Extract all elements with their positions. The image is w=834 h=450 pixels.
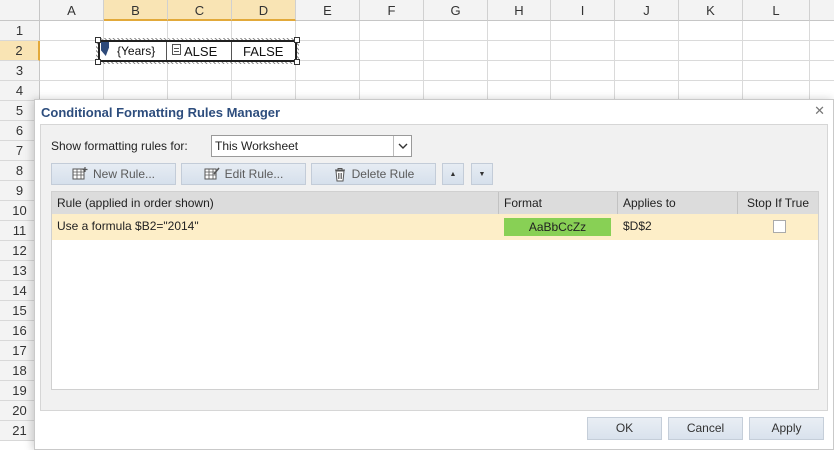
document-icon	[172, 44, 181, 55]
delete-rule-label: Delete Rule	[351, 167, 415, 181]
edit-rule-label: Edit Rule...	[224, 167, 284, 181]
delete-rule-button[interactable]: Delete Rule	[311, 163, 436, 185]
conditional-formatting-rules-dialog: Conditional Formatting Rules Manager ✕ S…	[34, 99, 834, 450]
column-header-i[interactable]: I	[551, 0, 615, 21]
cell-c2[interactable]: ALSE	[184, 44, 217, 59]
cell-divider	[166, 42, 167, 60]
selection-handle[interactable]	[294, 37, 300, 43]
arrow-down-icon: ▼	[478, 170, 486, 178]
edit-rule-button[interactable]: Edit Rule...	[181, 163, 306, 185]
select-all-corner[interactable]	[0, 0, 40, 21]
dialog-title: Conditional Formatting Rules Manager	[41, 105, 281, 120]
stop-if-true-checkbox[interactable]	[773, 220, 786, 233]
cell-b2[interactable]: {Years}	[117, 44, 155, 58]
scope-select[interactable]: This Worksheet	[211, 135, 412, 157]
arrow-up-icon: ▲	[449, 170, 457, 178]
cell-d2[interactable]: FALSE	[243, 44, 283, 59]
column-header-stop-if-true: Stop If True	[738, 192, 818, 214]
column-header-g[interactable]: G	[424, 0, 488, 21]
show-rules-label: Show formatting rules for:	[51, 139, 188, 153]
row-header-4[interactable]: 4	[0, 81, 40, 101]
cancel-button[interactable]: Cancel	[668, 417, 743, 440]
rules-table: Rule (applied in order shown) Format App…	[51, 191, 819, 390]
move-up-button[interactable]: ▲	[442, 163, 464, 185]
cell-divider	[231, 42, 232, 60]
apply-button[interactable]: Apply	[749, 417, 824, 440]
selection-handle[interactable]	[95, 59, 101, 65]
rule-description: Use a formula $B2="2014"	[57, 219, 199, 233]
column-header-f[interactable]: F	[360, 0, 424, 21]
move-down-button[interactable]: ▼	[471, 163, 493, 185]
table-edit-icon	[204, 167, 220, 180]
selection-handle[interactable]	[95, 37, 101, 43]
table-row[interactable]: Use a formula $B2="2014" AaBbCcZz $D$2	[52, 214, 818, 240]
column-header-b[interactable]: B	[104, 0, 168, 21]
close-icon[interactable]: ✕	[814, 103, 825, 119]
row-header-1[interactable]: 1	[0, 21, 40, 41]
table-add-icon	[72, 167, 88, 180]
selection-handle[interactable]	[294, 59, 300, 65]
chevron-down-icon[interactable]	[393, 136, 411, 156]
format-preview: AaBbCcZz	[504, 218, 611, 236]
row-header-3[interactable]: 3	[0, 61, 40, 81]
column-header-d[interactable]: D	[232, 0, 296, 21]
column-header-applies-to: Applies to	[618, 192, 738, 214]
column-header-l[interactable]: L	[743, 0, 810, 21]
column-header-next[interactable]	[810, 0, 834, 21]
scope-select-value: This Worksheet	[215, 139, 299, 153]
new-rule-label: New Rule...	[92, 167, 156, 181]
dialog-body: Show formatting rules for: This Workshee…	[40, 124, 828, 411]
column-header-c[interactable]: C	[168, 0, 232, 21]
row-header-2[interactable]: 2	[0, 41, 40, 61]
column-header-rule: Rule (applied in order shown)	[52, 192, 499, 214]
trash-icon	[334, 167, 345, 181]
ok-button[interactable]: OK	[587, 417, 662, 440]
new-rule-button[interactable]: New Rule...	[51, 163, 176, 185]
column-header-h[interactable]: H	[488, 0, 551, 21]
column-header-a[interactable]: A	[40, 0, 104, 21]
gridline	[40, 80, 834, 81]
column-header-format: Format	[499, 192, 618, 214]
applies-to-value[interactable]: $D$2	[618, 214, 738, 240]
column-header-k[interactable]: K	[679, 0, 743, 21]
column-header-e[interactable]: E	[296, 0, 360, 21]
column-header-j[interactable]: J	[615, 0, 679, 21]
